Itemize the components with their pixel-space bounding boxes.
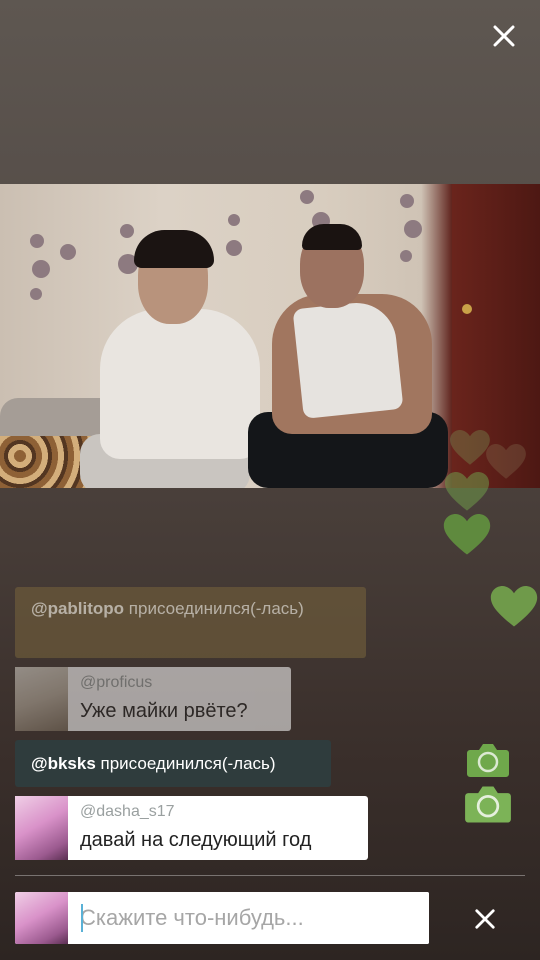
heart-icon xyxy=(486,444,526,480)
join-text: присоединился(-лась) xyxy=(100,753,276,773)
heart-icon xyxy=(443,514,491,556)
person-right-hair xyxy=(302,224,362,250)
person-left-hair xyxy=(134,230,214,268)
close-icon xyxy=(493,25,515,47)
avatar[interactable] xyxy=(15,667,68,731)
divider xyxy=(15,875,525,876)
camera-icon xyxy=(464,784,512,824)
heart-icon xyxy=(450,430,490,466)
join-text: присоединился(-лась) xyxy=(128,599,304,618)
join-username: @pablitopo xyxy=(31,599,125,618)
chat-message: @proficus Уже майки рвёте? xyxy=(15,667,291,731)
close-composer-button[interactable] xyxy=(470,904,500,934)
message-text: Уже майки рвёте? xyxy=(80,700,248,722)
message-text: давай на следующий год xyxy=(80,829,312,851)
join-notification: @bksks присоединился(-лась) xyxy=(15,740,331,787)
text-caret xyxy=(81,904,83,932)
message-username[interactable]: @proficus xyxy=(80,673,248,693)
chat-message: @dasha_s17 давай на следующий год xyxy=(15,796,368,860)
join-notification: @pablitopo присоединился(-лась) xyxy=(15,587,366,658)
comment-composer xyxy=(15,892,429,944)
comment-input[interactable] xyxy=(68,892,429,944)
close-icon xyxy=(475,909,495,929)
message-username[interactable]: @dasha_s17 xyxy=(80,802,311,822)
door-knob xyxy=(462,304,472,314)
camera-icon xyxy=(466,742,510,778)
person-left xyxy=(100,309,260,459)
heart-icon xyxy=(444,472,490,512)
join-username: @bksks xyxy=(31,753,96,773)
my-avatar xyxy=(15,892,68,944)
heart-icon xyxy=(490,586,538,628)
avatar[interactable] xyxy=(15,796,68,860)
torn-shirt xyxy=(292,299,404,419)
close-stream-button[interactable] xyxy=(488,20,520,52)
